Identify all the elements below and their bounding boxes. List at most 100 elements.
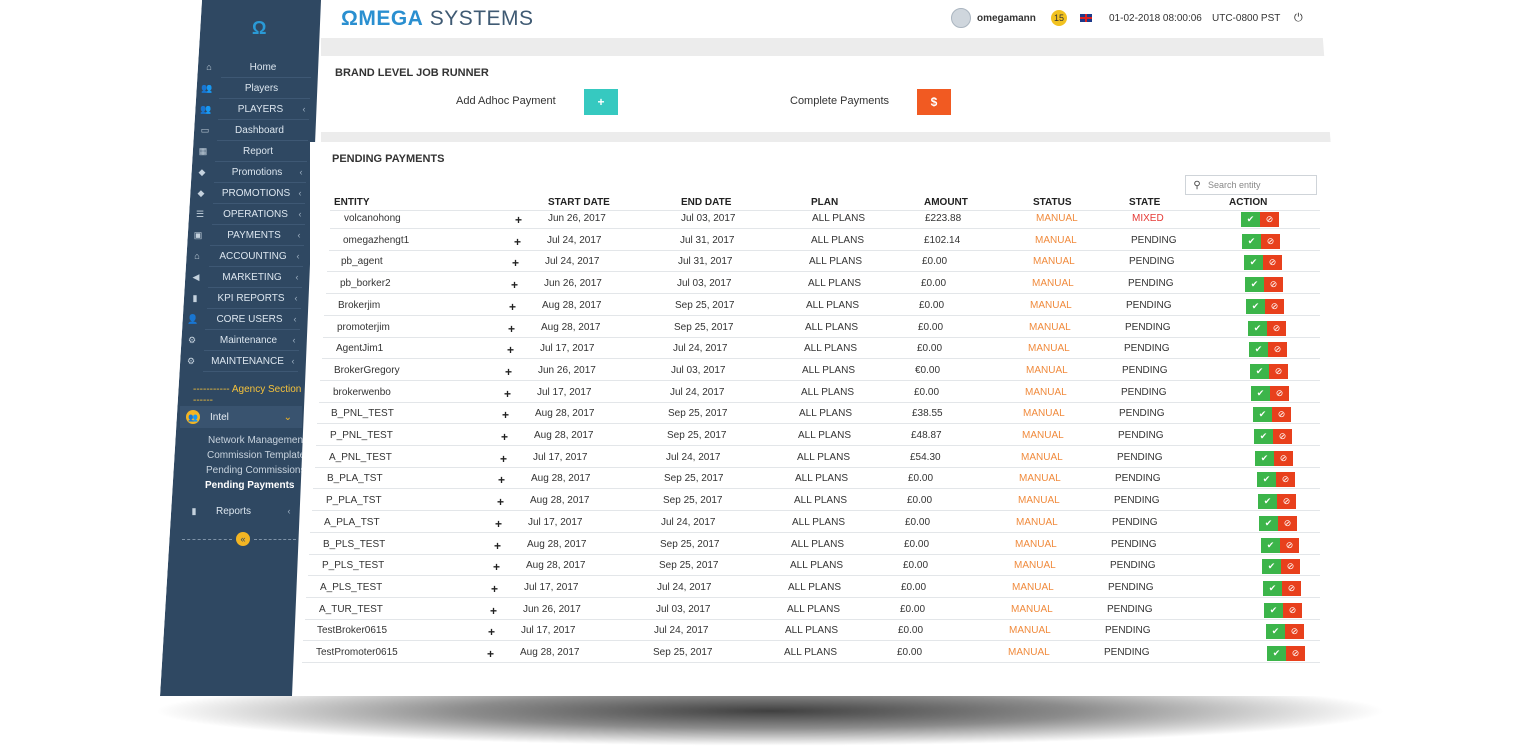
sidebar-item-payments[interactable]: ▣ PAYMENTS ‹ xyxy=(192,225,304,245)
sidebar-item-kpi-reports[interactable]: ▮ KPI REPORTS ‹ xyxy=(189,288,301,308)
reject-button[interactable]: ⊘ xyxy=(1267,321,1286,336)
reject-button[interactable]: ⊘ xyxy=(1261,234,1280,249)
expand-row-button[interactable]: + xyxy=(509,300,516,314)
sidebar-item-players[interactable]: 👥 Players xyxy=(201,78,310,98)
approve-button[interactable]: ✔ xyxy=(1248,321,1267,336)
expand-row-button[interactable]: + xyxy=(504,387,511,401)
column-header-amount[interactable]: AMOUNT xyxy=(924,197,968,208)
reject-button[interactable]: ⊘ xyxy=(1269,364,1288,379)
expand-row-button[interactable]: + xyxy=(511,278,518,292)
complete-payments-button[interactable]: $ xyxy=(917,89,951,115)
expand-row-button[interactable]: + xyxy=(497,495,504,509)
expand-row-button[interactable]: + xyxy=(491,582,498,596)
approve-button[interactable]: ✔ xyxy=(1258,494,1277,509)
reject-button[interactable]: ⊘ xyxy=(1270,386,1289,401)
column-header-end-date[interactable]: END DATE xyxy=(681,197,731,208)
sidebar-item-maintenance[interactable]: ⚙ MAINTENANCE ‹ xyxy=(185,351,298,371)
sidebar-item-home[interactable]: ⌂ Home xyxy=(203,57,311,77)
approve-button[interactable]: ✔ xyxy=(1261,538,1280,553)
reject-button[interactable]: ⊘ xyxy=(1278,516,1297,531)
approve-button[interactable]: ✔ xyxy=(1257,472,1276,487)
sidebar-item-promotions[interactable]: ◆ Promotions ‹ xyxy=(196,162,306,182)
notification-badge[interactable]: 15 xyxy=(1051,10,1067,26)
sidebar-item-promotions[interactable]: ◆ PROMOTIONS ‹ xyxy=(195,183,305,203)
reject-button[interactable]: ⊘ xyxy=(1264,277,1283,292)
omega-logo-icon[interactable]: Ω xyxy=(252,18,272,38)
approve-button[interactable]: ✔ xyxy=(1264,603,1283,618)
sidebar-item-players[interactable]: 👥 PLAYERS ‹ xyxy=(200,99,309,119)
expand-row-button[interactable]: + xyxy=(502,408,509,422)
reject-button[interactable]: ⊘ xyxy=(1260,212,1279,227)
expand-row-button[interactable]: + xyxy=(490,604,497,618)
sidebar-item-accounting[interactable]: ⌂ ACCOUNTING ‹ xyxy=(191,246,303,266)
sidebar-item-operations[interactable]: ☰ OPERATIONS ‹ xyxy=(194,204,305,224)
approve-button[interactable]: ✔ xyxy=(1244,255,1263,270)
reject-button[interactable]: ⊘ xyxy=(1277,494,1296,509)
reject-button[interactable]: ⊘ xyxy=(1282,581,1301,596)
sidebar-item-report[interactable]: ▦ Report xyxy=(197,141,307,161)
approve-button[interactable]: ✔ xyxy=(1266,624,1285,639)
sidebar-item-marketing[interactable]: ◀ MARKETING ‹ xyxy=(190,267,302,287)
approve-button[interactable]: ✔ xyxy=(1253,407,1272,422)
reject-button[interactable]: ⊘ xyxy=(1281,559,1300,574)
approve-button[interactable]: ✔ xyxy=(1263,581,1282,596)
username[interactable]: omegamann xyxy=(977,13,1036,24)
reject-button[interactable]: ⊘ xyxy=(1273,429,1292,444)
expand-row-button[interactable]: + xyxy=(515,213,522,227)
expand-row-button[interactable]: + xyxy=(508,322,515,336)
expand-row-button[interactable]: + xyxy=(495,517,502,531)
reject-button[interactable]: ⊘ xyxy=(1265,299,1284,314)
approve-button[interactable]: ✔ xyxy=(1250,364,1269,379)
approve-button[interactable]: ✔ xyxy=(1249,342,1268,357)
approve-button[interactable]: ✔ xyxy=(1251,386,1270,401)
reject-button[interactable]: ⊘ xyxy=(1285,624,1304,639)
uk-flag-icon[interactable] xyxy=(1080,14,1092,22)
expand-row-button[interactable]: + xyxy=(487,647,494,661)
sidebar-item-core-users[interactable]: 👤 CORE USERS ‹ xyxy=(187,309,300,329)
expand-row-button[interactable]: + xyxy=(494,539,501,553)
approve-button[interactable]: ✔ xyxy=(1267,646,1286,661)
reject-button[interactable]: ⊘ xyxy=(1276,472,1295,487)
sidebar-subitem-commission-template[interactable]: Commission Template xyxy=(207,450,305,461)
expand-row-button[interactable]: + xyxy=(512,256,519,270)
expand-row-button[interactable]: + xyxy=(501,430,508,444)
sidebar-subitem-network-management[interactable]: Network Management xyxy=(208,435,306,446)
expand-row-button[interactable]: + xyxy=(505,365,512,379)
approve-button[interactable]: ✔ xyxy=(1245,277,1264,292)
avatar[interactable] xyxy=(951,8,971,28)
power-icon[interactable]: ⏻ xyxy=(1294,12,1303,25)
expand-row-button[interactable]: + xyxy=(514,235,521,249)
reject-button[interactable]: ⊘ xyxy=(1274,451,1293,466)
sidebar-subitem-pending-payments[interactable]: Pending Payments xyxy=(205,480,294,491)
approve-button[interactable]: ✔ xyxy=(1255,451,1274,466)
approve-button[interactable]: ✔ xyxy=(1242,234,1261,249)
sidebar-item-maintenance[interactable]: ⚙ Maintenance ‹ xyxy=(186,330,299,350)
reject-button[interactable]: ⊘ xyxy=(1283,603,1302,618)
column-header-entity[interactable]: ENTITY xyxy=(334,197,370,208)
expand-row-button[interactable]: + xyxy=(500,452,507,466)
column-header-action[interactable]: ACTION xyxy=(1229,197,1267,208)
reject-button[interactable]: ⊘ xyxy=(1263,255,1282,270)
approve-button[interactable]: ✔ xyxy=(1262,559,1281,574)
expand-row-button[interactable]: + xyxy=(507,343,514,357)
sidebar-item-intel[interactable]: 👥 Intel ⌄ xyxy=(180,406,302,428)
sidebar-subitem-pending-commissions[interactable]: Pending Commissions xyxy=(206,465,306,476)
expand-row-button[interactable]: + xyxy=(493,560,500,574)
column-header-status[interactable]: STATUS xyxy=(1033,197,1072,208)
expand-row-button[interactable]: + xyxy=(498,473,505,487)
column-header-plan[interactable]: PLAN xyxy=(811,197,838,208)
search-input[interactable]: ⚲ Search entity xyxy=(1185,175,1317,195)
column-header-state[interactable]: STATE xyxy=(1129,197,1160,208)
reject-button[interactable]: ⊘ xyxy=(1286,646,1305,661)
brand-logo[interactable]: ΩMEGA SYSTEMS xyxy=(341,7,534,31)
reject-button[interactable]: ⊘ xyxy=(1272,407,1291,422)
collapse-sidebar-button[interactable]: « xyxy=(236,532,250,546)
column-header-start-date[interactable]: START DATE xyxy=(548,197,610,208)
approve-button[interactable]: ✔ xyxy=(1259,516,1278,531)
reject-button[interactable]: ⊘ xyxy=(1280,538,1299,553)
approve-button[interactable]: ✔ xyxy=(1241,212,1260,227)
sidebar-item-reports[interactable]: ▮ Reports ‹ xyxy=(188,501,294,521)
add-adhoc-payment-button[interactable]: + xyxy=(584,89,618,115)
approve-button[interactable]: ✔ xyxy=(1254,429,1273,444)
reject-button[interactable]: ⊘ xyxy=(1268,342,1287,357)
